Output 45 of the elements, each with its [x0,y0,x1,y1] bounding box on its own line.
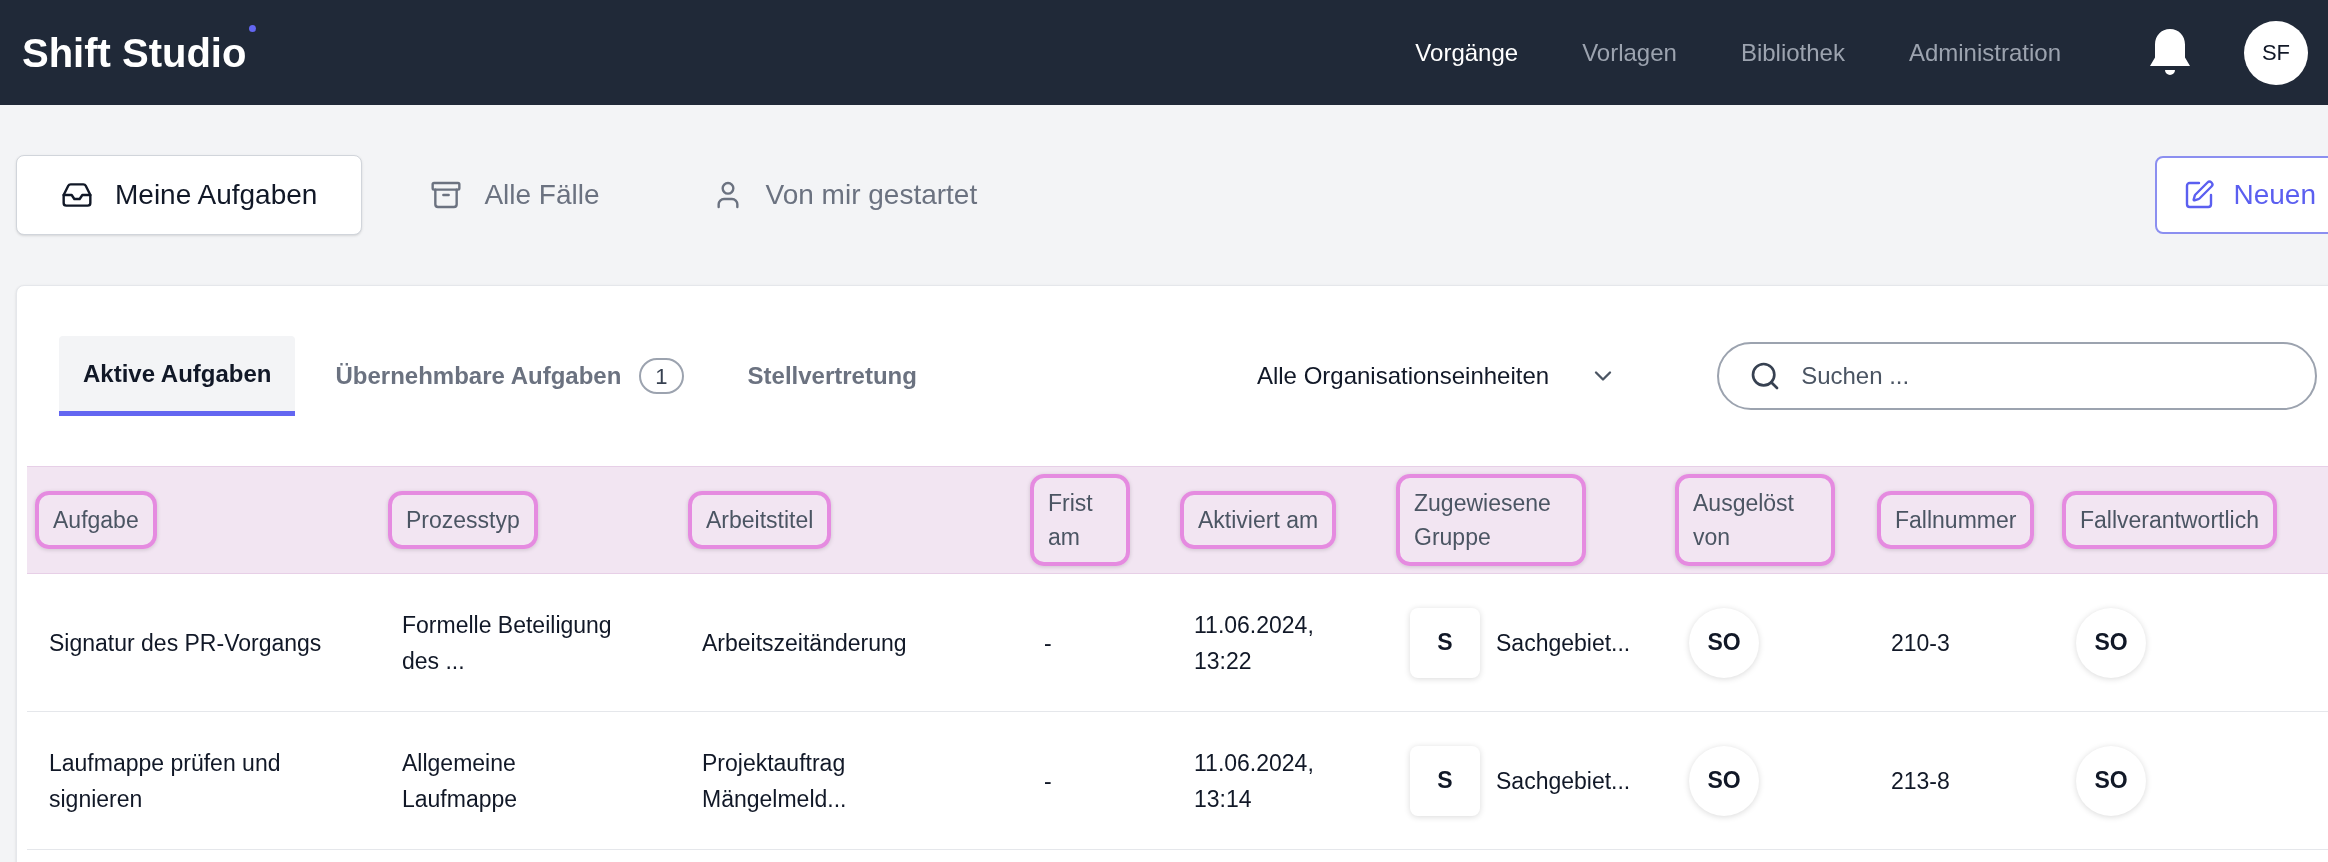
view-tab[interactable]: Von mir gestartet [667,155,1022,235]
table-cell-text: Arbeitszeitänderung [702,628,908,658]
user-avatar: SO [2076,607,2146,678]
user-avatar[interactable]: SF [2244,20,2308,85]
table-cell-text: Sachgebiet... [1496,766,1631,796]
view-tab[interactable]: Alle Fälle [386,155,644,235]
column-header[interactable]: Fallnummer [1877,491,2035,549]
nav-link[interactable]: Administration [1908,34,2061,71]
column-header[interactable]: Aktiviert am [1180,491,1337,549]
table-cell-text: Formelle Beteiligung des ... [402,610,613,676]
column-header[interactable]: Aufgabe [35,491,157,549]
group-avatar: S [1410,607,1480,678]
table-cell-text: Sachgebiet... [1496,628,1631,658]
table-cell-text: 11.06.2024, 13:14 [1194,748,1315,814]
task-tab[interactable]: Stellvertretung [723,336,941,416]
column-header[interactable]: Prozesstyp [388,491,538,549]
view-tab[interactable]: Meine Aufgaben [16,155,363,235]
task-tab[interactable]: Übernehmbare Aufgaben 1 [311,336,708,416]
nav-link[interactable]: Vorlagen [1582,34,1677,71]
table-cell-text: - [1044,766,1053,796]
task-tab[interactable]: Aktive Aufgaben [59,336,296,416]
table-cell-text: 213-8 [1891,766,1951,796]
table-cell-text: - [1044,628,1053,658]
table-cell-text: Allgemeine Laufmappe [402,748,519,814]
user-avatar: SO [1689,607,1759,678]
column-header[interactable]: Ausgelöst von [1675,474,1835,566]
count-badge: 1 [639,358,684,394]
table-cell-text: Projektauftrag Mängelmeld... [702,748,848,814]
column-header[interactable]: Fallverantwortlich [2062,491,2277,549]
column-header[interactable]: Arbeitstitel [688,491,832,549]
nav-link[interactable]: Bibliothek [1740,34,1845,71]
org-dropdown[interactable]: Alle Organisationseinheiten [1256,358,1618,394]
column-header[interactable]: Frist am [1030,474,1130,566]
nav-link[interactable]: Vorgänge [1415,34,1519,71]
app-logo[interactable]: Shift Studio [22,22,247,83]
table-cell-text: 11.06.2024, 13:22 [1194,610,1315,676]
group-avatar: S [1410,745,1480,816]
user-avatar: SO [1689,745,1759,816]
search-field[interactable]: Suchen ... [1717,342,2318,410]
table-cell-text: Laufmappe prüfen und signieren [49,748,282,814]
table-cell-text: Signatur des PR-Vorgangs [49,628,323,658]
new-button[interactable]: Neuen [2155,156,2328,234]
user-avatar: SO [2076,745,2146,816]
column-header[interactable]: Zugewiesene Gruppe [1396,474,1586,566]
table-cell-text: 210-3 [1891,628,1951,658]
